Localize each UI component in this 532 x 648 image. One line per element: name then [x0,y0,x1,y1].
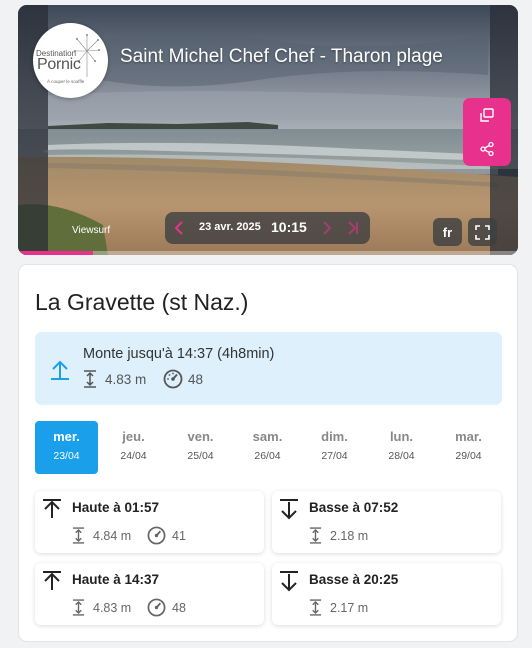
share-button[interactable] [463,132,511,166]
tide-time-label: Haute à 01:57 [72,500,160,515]
tide-height: 4.84 m [72,527,131,544]
day-tab[interactable]: sam. 26/04 [236,421,299,474]
day-name: dim. [321,429,348,444]
playback-progress [18,251,93,255]
low-tide-icon [280,499,298,520]
tide-event-low: Basse à 07:52 2.18 m [272,491,501,553]
current-tide-panel: Monte jusqu'à 14:37 (4h8min) 4.83 m 48 [35,332,502,405]
height-icon [72,527,85,544]
chevron-left-icon [174,221,183,235]
tide-location-title: La Gravette (st Naz.) [35,289,249,315]
day-name: mer. [53,429,80,444]
tide-height: 2.17 m [309,599,368,616]
image-time: 10:15 [271,219,307,235]
tide-coefficient: 41 [147,526,186,545]
tide-event-high: Haute à 14:37 4.83 m 48 [35,563,264,625]
chevron-right-icon [323,221,332,235]
height-icon [72,599,85,616]
height-icon [84,370,96,388]
day-name: sam. [252,429,283,444]
current-tide-status: Monte jusqu'à 14:37 (4h8min) [83,346,275,362]
tide-height-value: 2.18 m [330,528,369,543]
day-date: 26/04 [254,450,281,462]
next-image-button[interactable] [316,212,338,244]
high-tide-icon [43,499,61,518]
high-tide-icon [43,571,61,590]
webcam-credit: Viewsurf [72,225,111,236]
day-date: 24/04 [120,450,147,462]
webcam-actions [463,98,511,166]
day-tab[interactable]: lun. 28/04 [370,421,433,474]
tide-time-label: Basse à 07:52 [309,500,399,515]
tide-height: 2.18 m [309,527,368,544]
day-date: 23/04 [53,450,80,462]
current-tide-height: 4.83 m [83,370,146,388]
tide-height-value: 2.17 m [330,600,369,615]
day-selector: mer. 23/04 jeu. 24/04 ven. 25/04 sam. 26… [35,421,504,474]
tide-height: 4.83 m [72,599,131,616]
playback-track [93,251,518,255]
day-name: lun. [389,429,414,444]
tide-card: La Gravette (st Naz.) Monte jusqu'à 14:3… [18,264,518,642]
skip-to-end-icon [348,221,358,235]
gauge-icon [147,598,166,617]
time-navigation: 23 avr. 2025 10:15 [165,212,370,244]
share-icon [480,141,494,157]
destination-pornic-logo: Destination Pornic À couper le souffle [33,23,108,98]
day-tab[interactable]: jeu. 24/04 [102,421,165,474]
gauge-icon [163,369,183,389]
tide-height-value: 4.83 m [93,600,132,615]
fullscreen-button[interactable] [468,218,497,246]
day-date: 25/04 [187,450,214,462]
webcam-viewer[interactable]: Destination Pornic À couper le souffle S… [18,5,518,255]
day-tab[interactable]: mer. 23/04 [35,421,98,474]
day-name: mar. [455,429,482,444]
current-height-value: 4.83 m [105,371,147,387]
open-window-button[interactable] [463,98,511,132]
tide-coefficient-value: 48 [172,600,186,615]
day-tab[interactable]: ven. 25/04 [169,421,232,474]
image-date: 23 avr. 2025 [199,221,261,233]
day-date: 28/04 [388,450,415,462]
latest-image-button[interactable] [342,212,364,244]
current-coefficient-value: 48 [188,371,204,387]
tide-coefficient-value: 41 [172,528,186,543]
low-tide-icon [280,571,298,592]
tide-time-label: Basse à 20:25 [309,572,399,587]
gauge-icon [147,526,166,545]
open-window-icon [480,108,494,122]
day-tab[interactable]: mar. 29/04 [437,421,500,474]
fullscreen-icon [475,224,490,240]
tide-event-low: Basse à 20:25 2.17 m [272,563,501,625]
rising-tide-icon [51,360,69,380]
day-date: 27/04 [321,450,348,462]
tide-time-label: Haute à 14:37 [72,572,160,587]
day-name: ven. [187,429,214,444]
logo-tagline: À couper le souffle [47,79,85,84]
webcam-title: Saint Michel Chef Chef - Tharon plage [120,46,443,67]
previous-image-button[interactable] [168,212,190,244]
logo-line2: Pornic [37,56,81,73]
tide-height-value: 4.84 m [93,528,132,543]
current-tide-coefficient: 48 [163,369,203,389]
height-icon [309,527,322,544]
tide-coefficient: 48 [147,598,186,617]
day-date: 29/04 [455,450,482,462]
day-tab[interactable]: dim. 27/04 [303,421,366,474]
tide-event-high: Haute à 01:57 4.84 m 41 [35,491,264,553]
day-name: jeu. [122,429,145,444]
language-button[interactable]: fr [433,218,462,246]
height-icon [309,599,322,616]
